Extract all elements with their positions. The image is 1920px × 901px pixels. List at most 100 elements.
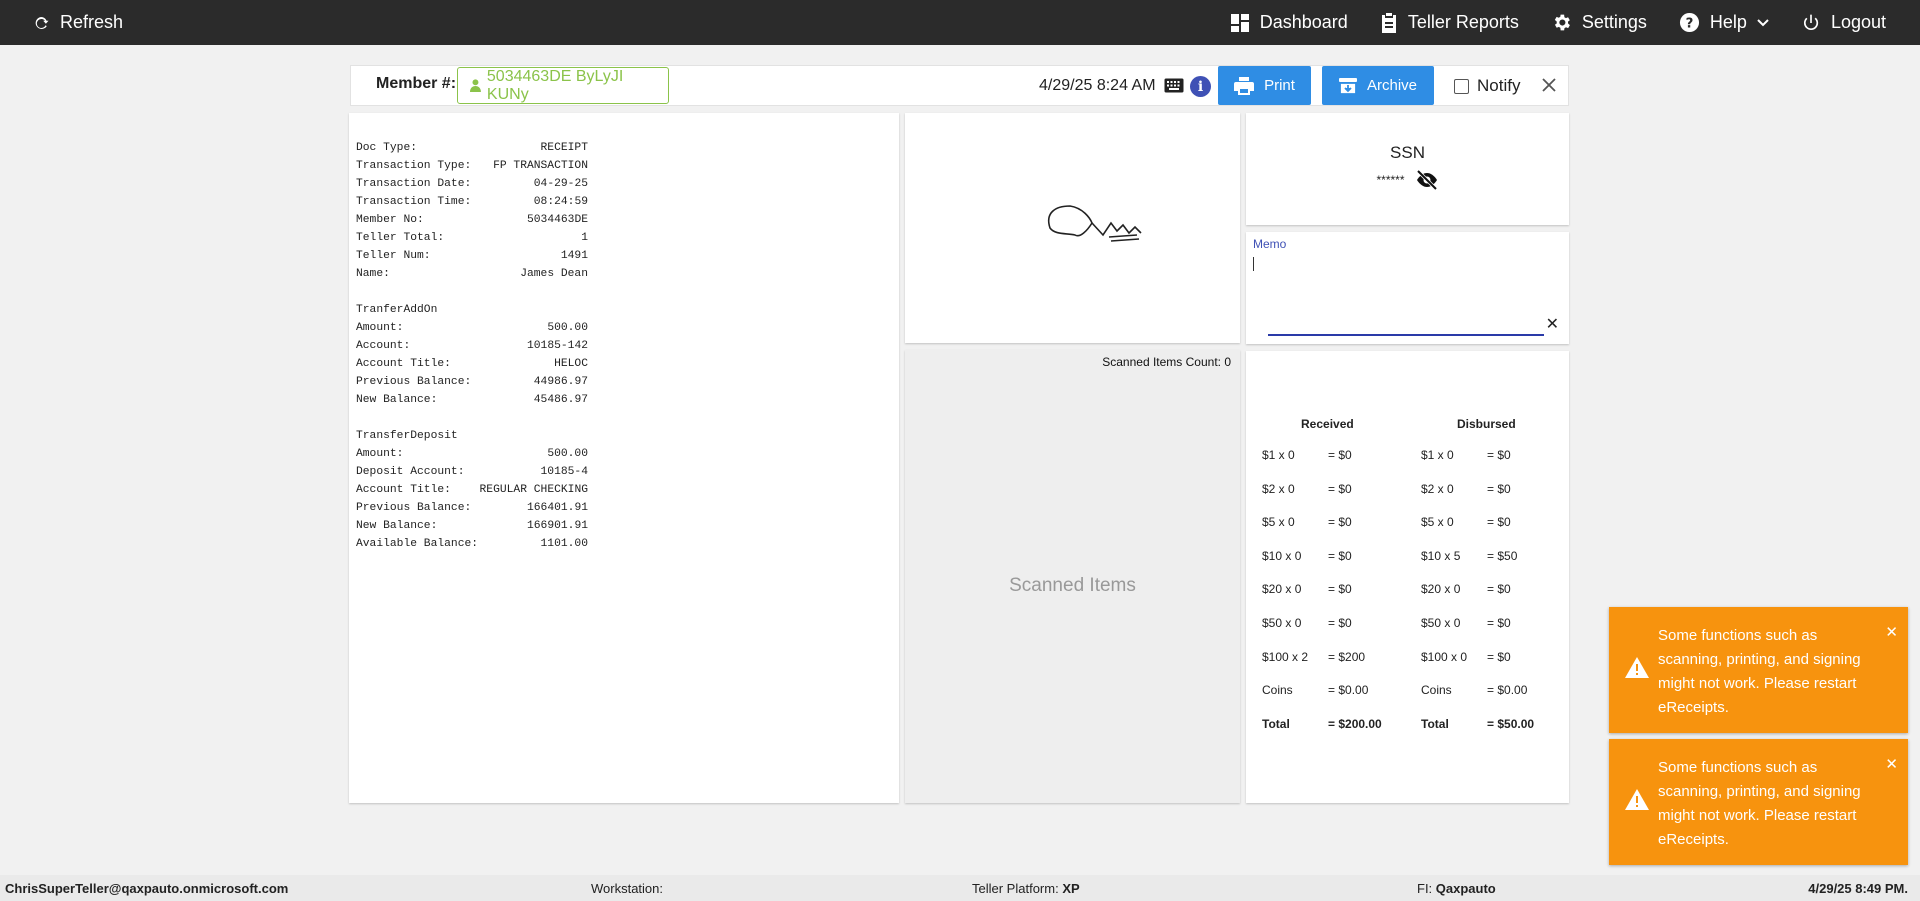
receipt-line-label: Amount: [356, 322, 404, 334]
archive-icon [1338, 77, 1357, 95]
warning-toast: Some functions such as scanning, printin… [1609, 739, 1908, 865]
receipt-blank-line [356, 409, 899, 427]
member-number-field[interactable]: 5034463DE ByLyJI KUNy [457, 67, 669, 104]
cash-d-amt: = $50 [1487, 548, 1518, 563]
receipt-line-value: 166401.91 [526, 502, 588, 514]
cash-d-amt: = $0 [1487, 481, 1511, 496]
receipt-line-label: Transaction Time: [356, 196, 472, 208]
cash-d-denom: $1 x 0 [1421, 448, 1454, 462]
receipt-line: Transaction Time: 08:24:59 [356, 193, 588, 211]
receipt-line: Deposit Account: 10185-4 [356, 463, 588, 481]
receipt-line: Doc Type: RECEIPT [356, 139, 588, 157]
cash-r-denom: $5 x 0 [1262, 515, 1295, 530]
gear-icon [1554, 14, 1570, 31]
cash-r-denom: $1 x 0 [1262, 448, 1295, 462]
status-platform: Teller Platform: XP [972, 881, 1080, 896]
ssn-masked-value: ****** [1376, 173, 1405, 187]
cash-r-amt: = $0 [1328, 582, 1352, 597]
scanned-items-panel: Scanned Items Count: 0 Scanned Items [905, 350, 1240, 803]
nav-settings[interactable]: Settings [1551, 0, 1647, 45]
receipt-line: Amount: 500.00 [356, 445, 588, 463]
cash-d-amt: = $0 [1487, 616, 1511, 630]
receipt-line-value: 44986.97 [533, 376, 588, 388]
receipt-line: TranferAddOn [356, 301, 588, 319]
header-date: 4/29/25 8:24 AM [1039, 77, 1156, 94]
cash-d-denom: $100 x 0 [1421, 649, 1468, 664]
toast-close-icon[interactable]: ✕ [1885, 755, 1898, 773]
receipt-line: Account: 10185-142 [356, 337, 588, 355]
disbursed-header: Disbursed [1457, 417, 1516, 431]
receipt-line: TransferDeposit [356, 427, 588, 445]
nav-logout[interactable]: Logout [1801, 0, 1886, 45]
cash-r-amt: = $0 [1328, 548, 1352, 563]
cash-r-denom: $100 x 2 [1262, 649, 1309, 664]
close-icon[interactable] [1540, 76, 1558, 94]
nav-teller-reports[interactable]: Teller Reports [1380, 0, 1519, 45]
nav-dashboard[interactable]: Dashboard [1230, 0, 1348, 45]
status-platform-value: XP [1062, 881, 1080, 896]
receipt-line-label: New Balance: [356, 520, 438, 532]
cash-r-denom: $50 x 0 [1262, 616, 1302, 630]
memo-clear-icon[interactable]: ✕ [1546, 314, 1559, 334]
receipt-line-label: Teller Num: [356, 250, 431, 262]
warning-icon [1625, 657, 1649, 678]
toast-message: Some functions such as scanning, printin… [1658, 759, 1861, 848]
refresh-button[interactable]: Refresh [32, 0, 123, 45]
signature-image [1048, 205, 1142, 242]
cash-r-denom: $10 x 0 [1262, 548, 1302, 563]
status-datetime: 4/29/25 8:49 PM. [1808, 881, 1908, 896]
memo-textarea[interactable] [1253, 257, 1254, 271]
receipt-line-value: James Dean [520, 268, 588, 280]
memo-label: Memo [1253, 237, 1287, 251]
receipt-line-label: Previous Balance: [356, 376, 472, 388]
receipt-line: Member No: 5034463DE [356, 211, 588, 229]
receipt-line: Amount: 500.00 [356, 319, 588, 337]
notify-checkbox-box[interactable] [1454, 78, 1469, 94]
receipt-line: Teller Num: 1491 [356, 247, 588, 265]
nav-logout-label: Logout [1830, 12, 1886, 32]
receipt-blank-line [356, 283, 899, 301]
cash-d-denom: $5 x 0 [1421, 515, 1454, 530]
nav-dashboard-label: Dashboard [1259, 12, 1348, 32]
clipboard-icon [1381, 12, 1396, 33]
toast-close-icon[interactable]: ✕ [1885, 623, 1898, 641]
receipt-line-label: TransferDeposit [356, 430, 458, 442]
receipt-line: Previous Balance: 166401.91 [356, 499, 588, 517]
warning-icon [1625, 789, 1649, 810]
signature-panel[interactable] [905, 113, 1240, 343]
dashboard-icon [1230, 13, 1249, 32]
receipt-line: New Balance: 45486.97 [356, 391, 588, 409]
notify-checkbox[interactable]: Notify [1454, 76, 1520, 96]
info-icon[interactable]: i [1190, 76, 1211, 97]
receipt-line-value: 45486.97 [533, 394, 588, 406]
receipt-line-label: Amount: [356, 448, 404, 460]
print-button[interactable]: Print [1218, 66, 1311, 105]
chevron-down-icon [1757, 18, 1769, 26]
print-label: Print [1264, 77, 1295, 94]
receipt-line-value: RECEIPT [540, 142, 588, 154]
archive-button[interactable]: Archive [1322, 66, 1434, 105]
receipt-line-value: 1 [581, 232, 588, 244]
status-fi: FI: Qaxpauto [1417, 881, 1496, 896]
ssn-row: ****** [1246, 170, 1569, 190]
receipt-line-value: FP TRANSACTION [493, 160, 588, 172]
notify-label: Notify [1477, 76, 1521, 95]
receipt-line: Transaction Date: 04-29-25 [356, 175, 588, 193]
eye-slash-icon[interactable] [1415, 170, 1439, 190]
receipt-lines: Doc Type: RECEIPT Transaction Type: FP TRAN… [356, 139, 899, 553]
cash-r-denom: Coins [1262, 683, 1293, 698]
receipt-line-value: 500.00 [547, 322, 588, 334]
cash-r-amt: = $200.00 [1328, 716, 1382, 731]
cash-r-amt: = $0.00 [1328, 683, 1369, 698]
status-workstation: Workstation: [591, 881, 664, 896]
toast-message: Some functions such as scanning, printin… [1658, 627, 1861, 716]
keyboard-icon[interactable] [1164, 78, 1184, 93]
member-number-value: 5034463DE ByLyJI KUNy [486, 67, 624, 103]
status-bar: ChrisSuperTeller@qaxpauto.onmicrosoft.co… [0, 875, 1920, 901]
receipt-line-label: Name: [356, 268, 390, 280]
nav-help[interactable]: ? Help [1679, 0, 1769, 45]
received-header: Received [1301, 417, 1354, 431]
memo-underline [1268, 334, 1544, 336]
status-user: ChrisSuperTeller@qaxpauto.onmicrosoft.co… [5, 881, 289, 896]
receipt-line-value: 1101.00 [540, 538, 588, 550]
